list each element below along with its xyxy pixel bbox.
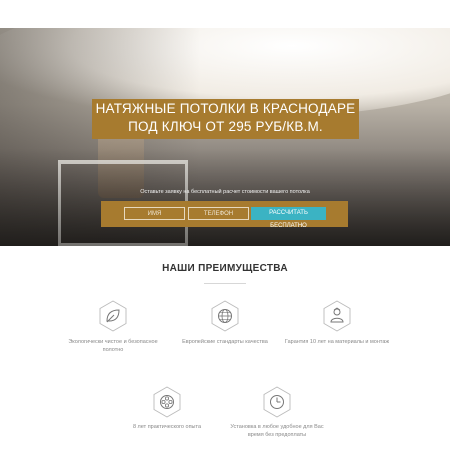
advantage-2-text-line1: Европейские стандарты качества	[182, 339, 268, 345]
hero-note: Оставьте заявку на бесплатный расчет сто…	[140, 189, 310, 195]
film-reel-icon	[153, 386, 181, 418]
phone-input[interactable]: ТЕЛЕФОН	[188, 207, 249, 220]
advantage-5-text-line2: время без предоплаты	[247, 432, 307, 438]
worker-icon	[323, 300, 351, 332]
globe-icon	[211, 300, 239, 332]
name-input[interactable]: ИМЯ	[124, 207, 185, 220]
calculate-button[interactable]: РАССЧИТАТЬ БЕСПЛАТНО	[251, 207, 326, 229]
title-divider	[204, 283, 246, 284]
hero-title-line2: ПОД КЛЮЧ ОТ 295 РУБ/КВ.М.	[128, 119, 323, 134]
advantage-3-text-line1: Гарантия 10 лет на материалы и монтаж	[284, 339, 390, 345]
hero-title-line1: НАТЯЖНЫЕ ПОТОЛКИ В КРАСНОДАРЕ	[95, 101, 356, 116]
advantage-5-text-line1: Установка в любое удобное для Вас	[230, 424, 324, 430]
advantage-1-text-line1: Экологически чистое и безопасное	[68, 339, 158, 345]
leaf-icon	[99, 300, 127, 332]
advantage-1-text-line2: полотно	[102, 347, 124, 353]
hero-bottom-shade	[0, 148, 450, 246]
advantages-title: НАШИ ПРЕИМУЩЕСТВА	[162, 263, 288, 274]
clock-icon	[263, 386, 291, 418]
advantage-4-text-line1: 8 лет практического опыта	[132, 424, 202, 430]
